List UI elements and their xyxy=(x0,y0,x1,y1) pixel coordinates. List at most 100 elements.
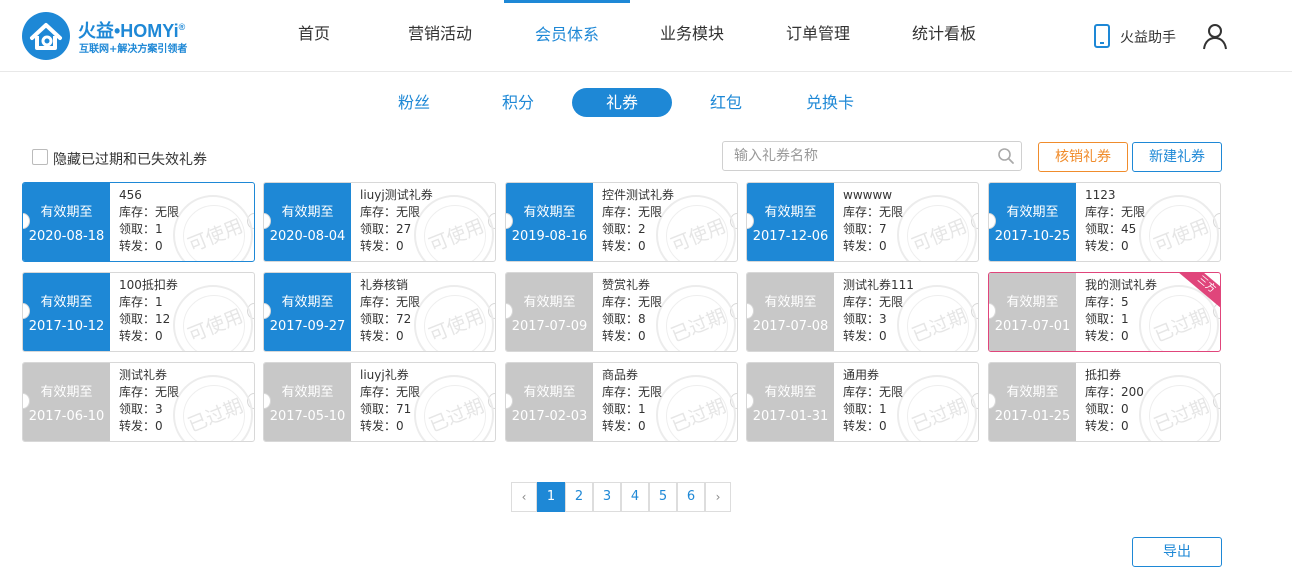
coupon-status-stamp: 可使用 xyxy=(173,195,253,261)
coupon-name: 456 xyxy=(119,188,142,202)
coupon-card[interactable]: 有效期至 2017-07-01 已过期 我的测试礼券 库存：5 领取：1 转发：0 三方 xyxy=(988,272,1221,352)
coupon-claimed: 领取：2 xyxy=(602,221,674,238)
verify-coupon-button[interactable]: 核销礼券 xyxy=(1038,142,1128,172)
coupon-card[interactable]: 有效期至 2017-06-10 已过期 测试礼券 库存：无限 领取：3 转发：0 xyxy=(22,362,255,442)
coupon-stock: 库存：无限 xyxy=(360,204,433,221)
coupon-status: 已过期 xyxy=(668,305,730,347)
forwarded-label: 转发： xyxy=(843,329,880,343)
coupon-info: 测试礼券 库存：无限 领取：3 转发：0 xyxy=(119,367,179,435)
coupon-valid-label: 有效期至 xyxy=(281,295,334,310)
coupon-info: wwwww 库存：无限 领取：7 转发：0 xyxy=(843,187,903,255)
coupon-validity: 有效期至 2017-02-03 xyxy=(506,363,593,441)
coupon-claimed: 领取：1 xyxy=(119,221,179,238)
stock-label: 库存： xyxy=(360,295,397,309)
coupon-search-input[interactable] xyxy=(723,142,993,170)
claimed-value: 1 xyxy=(879,402,887,416)
page-prev-button[interactable]: ‹ xyxy=(511,482,537,512)
page-button-3[interactable]: 3 xyxy=(593,482,621,512)
coupon-card[interactable]: 有效期至 2017-01-25 已过期 抵扣券 库存：200 领取：0 转发：0 xyxy=(988,362,1221,442)
coupon-date: 2017-07-08 xyxy=(752,319,829,334)
coupon-card[interactable]: 有效期至 2017-07-09 已过期 赞赏礼券 库存：无限 领取：8 转发：0 xyxy=(505,272,738,352)
claimed-label: 领取： xyxy=(360,222,397,236)
coupon-info: 1123 库存：无限 领取：45 转发：0 xyxy=(1085,187,1145,255)
subtab-fans[interactable]: 粉丝 xyxy=(364,88,464,117)
coupon-info: 我的测试礼券 库存：5 领取：1 转发：0 xyxy=(1085,277,1157,345)
nav-home[interactable]: 首页 xyxy=(251,0,377,72)
page-button-2[interactable]: 2 xyxy=(565,482,593,512)
coupon-card[interactable]: 有效期至 2017-07-08 已过期 测试礼券111 库存：无限 领取：3 转发：0 xyxy=(746,272,979,352)
coupon-card[interactable]: 有效期至 2017-10-25 可使用 1123 库存：无限 领取：45 转发：0 xyxy=(988,182,1221,262)
export-button[interactable]: 导出 xyxy=(1132,537,1222,567)
coupon-card[interactable]: 有效期至 2017-10-12 可使用 100抵扣券 库存：1 领取：12 转发：0 xyxy=(22,272,255,352)
coupon-info: 控件测试礼券 库存：无限 领取：2 转发：0 xyxy=(602,187,674,255)
stock-label: 库存： xyxy=(843,295,880,309)
coupon-validity: 有效期至 2017-06-10 xyxy=(23,363,110,441)
coupon-valid-label: 有效期至 xyxy=(40,205,93,220)
nav-membership[interactable]: 会员体系 xyxy=(504,0,630,72)
coupon-claimed: 领取：71 xyxy=(360,401,420,418)
claimed-label: 领取： xyxy=(119,222,156,236)
coupon-status: 可使用 xyxy=(1151,215,1213,257)
coupon-validity: 有效期至 2020-08-18 xyxy=(23,183,110,261)
coupon-card[interactable]: 有效期至 2017-05-10 已过期 liuyj礼券 库存：无限 领取：71 转发：0 xyxy=(263,362,496,442)
nav-dashboard[interactable]: 统计看板 xyxy=(881,0,1007,72)
coupon-forwarded: 转发：0 xyxy=(360,238,433,255)
coupon-name: 抵扣券 xyxy=(1085,368,1122,382)
coupon-date: 2020-08-18 xyxy=(28,229,105,244)
logo-house-icon xyxy=(30,23,62,50)
coupon-status-stamp: 可使用 xyxy=(173,285,253,351)
claimed-value: 12 xyxy=(155,312,171,326)
coupon-card[interactable]: 有效期至 2017-01-31 已过期 通用券 库存：无限 领取：1 转发：0 xyxy=(746,362,979,442)
claimed-label: 领取： xyxy=(119,402,156,416)
forwarded-label: 转发： xyxy=(119,419,156,433)
subtab-red-packets[interactable]: 红包 xyxy=(676,88,776,117)
stock-label: 库存： xyxy=(1085,385,1122,399)
coupon-claimed: 领取：27 xyxy=(360,221,433,238)
page-button-1[interactable]: 1 xyxy=(537,482,565,512)
stock-label: 库存： xyxy=(119,205,156,219)
coupon-status-stamp: 已过期 xyxy=(1139,375,1219,441)
coupon-card[interactable]: 有效期至 2020-08-18 可使用 456 库存：无限 领取：1 转发：0 xyxy=(22,182,255,262)
stock-value: 1 xyxy=(155,295,163,309)
coupon-card[interactable]: 有效期至 2017-02-03 已过期 商品券 库存：无限 领取：1 转发：0 xyxy=(505,362,738,442)
claimed-value: 27 xyxy=(396,222,412,236)
forwarded-label: 转发： xyxy=(602,419,639,433)
logo-brand-text: 火益•HOMYi xyxy=(78,21,179,41)
stock-value: 无限 xyxy=(638,205,663,219)
coupon-status: 已过期 xyxy=(426,395,488,437)
subtab-exchange-card[interactable]: 兑换卡 xyxy=(780,88,880,117)
coupon-card[interactable]: 有效期至 2017-12-06 可使用 wwwww 库存：无限 领取：7 转发：0 xyxy=(746,182,979,262)
coupon-card[interactable]: 有效期至 2019-08-16 可使用 控件测试礼券 库存：无限 领取：2 转发：0 xyxy=(505,182,738,262)
coupon-name: 测试礼券111 xyxy=(843,278,914,292)
page-next-button[interactable]: › xyxy=(705,482,731,512)
page-button-5[interactable]: 5 xyxy=(649,482,677,512)
user-icon[interactable] xyxy=(1202,22,1228,50)
claimed-label: 领取： xyxy=(360,312,397,326)
coupon-status-stamp: 已过期 xyxy=(173,375,253,441)
stock-label: 库存： xyxy=(843,385,880,399)
subtab-coupons[interactable]: 礼券 xyxy=(572,88,672,117)
coupon-validity: 有效期至 2017-10-12 xyxy=(23,273,110,351)
coupon-stock: 库存：无限 xyxy=(602,204,674,221)
page-button-4[interactable]: 4 xyxy=(621,482,649,512)
subtab-points[interactable]: 积分 xyxy=(468,88,568,117)
coupon-card[interactable]: 有效期至 2017-09-27 可使用 礼券核销 库存：无限 领取：72 转发：0 xyxy=(263,272,496,352)
nav-orders[interactable]: 订单管理 xyxy=(755,0,881,72)
coupon-info: liuyj礼券 库存：无限 领取：71 转发：0 xyxy=(360,367,420,435)
page-button-6[interactable]: 6 xyxy=(677,482,705,512)
coupon-validity: 有效期至 2019-08-16 xyxy=(506,183,593,261)
nav-business[interactable]: 业务模块 xyxy=(629,0,755,72)
checkbox-box[interactable] xyxy=(32,149,48,165)
nav-marketing[interactable]: 营销活动 xyxy=(377,0,503,72)
logo[interactable]: 火益•HOMYi® 互联网+解决方案引领者 xyxy=(22,12,222,60)
coupon-forwarded: 转发：0 xyxy=(843,418,903,435)
create-coupon-button[interactable]: 新建礼券 xyxy=(1132,142,1222,172)
search-icon[interactable] xyxy=(997,147,1015,165)
stock-label: 库存： xyxy=(119,385,156,399)
coupon-card[interactable]: 有效期至 2020-08-04 可使用 liuyj测试礼券 库存：无限 领取：27 转发：0 xyxy=(263,182,496,262)
forwarded-label: 转发： xyxy=(1085,329,1122,343)
logo-mark xyxy=(22,12,70,60)
coupon-forwarded: 转发：0 xyxy=(843,238,903,255)
forwarded-value: 0 xyxy=(879,239,887,253)
coupon-status-stamp: 可使用 xyxy=(897,195,977,261)
